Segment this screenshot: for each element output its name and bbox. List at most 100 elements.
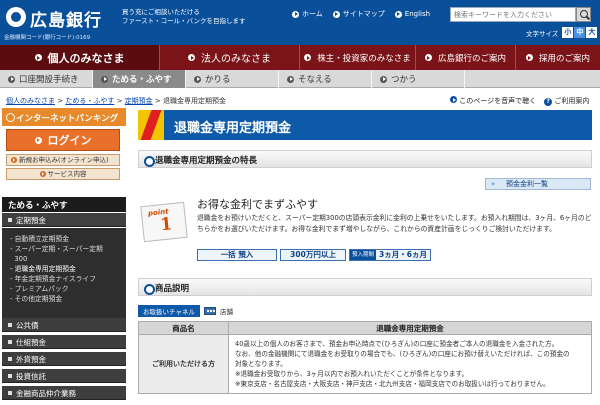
breadcrumb-separator: > bbox=[154, 97, 161, 105]
sidebar-sub-item[interactable]: 300 bbox=[10, 254, 126, 264]
arrow-icon bbox=[194, 75, 201, 83]
english-link[interactable]: English bbox=[394, 9, 430, 19]
badge-lump-sum: 一括 預入 bbox=[197, 249, 277, 261]
sidebar-item-investment-trust[interactable]: 投資信託 bbox=[2, 369, 126, 383]
sidebar-sub-item-current[interactable]: - 退職金専用定期預金 bbox=[10, 264, 126, 274]
tab-personal[interactable]: 個人のみなさま bbox=[0, 45, 160, 70]
arrow-icon bbox=[424, 54, 432, 61]
font-size-large-button[interactable]: 大 bbox=[586, 27, 598, 38]
sidebar-sub-item[interactable]: - 年金定期預金ナイスライフ bbox=[10, 274, 126, 284]
home-link[interactable]: ホーム bbox=[292, 9, 323, 19]
subtab-use[interactable]: つかう bbox=[372, 70, 465, 88]
table-header-row: 商品名 退職金専用定期預金 bbox=[138, 321, 592, 335]
logo-text: 広島銀行 bbox=[30, 11, 102, 31]
feature-description: 退職金をお預けいただくと、スーパー定期300の店頭表示金利に金利の上乗せをいたし… bbox=[197, 214, 592, 233]
logo-mark-icon bbox=[6, 7, 26, 27]
arrow-icon bbox=[380, 75, 387, 83]
subtab-save[interactable]: ためる・ふやす bbox=[93, 70, 186, 88]
breadcrumb-personal[interactable]: 個人のみなさま bbox=[6, 97, 55, 105]
breadcrumb-save[interactable]: ためる・ふやす bbox=[65, 97, 114, 105]
table-line: 対象となります。 bbox=[235, 360, 287, 368]
sidebar: インターネットバンキング ログイン 新規お申込み(オンライン申込) サービス内容… bbox=[0, 108, 128, 405]
tab-investors[interactable]: 株主・投資家のみなさま bbox=[300, 45, 416, 70]
table-line: なお、他の金融機関にて退職金をお受取りの場合でも、(ひろぎん)の口座にお預け替え… bbox=[235, 350, 570, 358]
site-header: 広島銀行 金融機関コード(銀行コード):0169 買う充にご相談いただける ファ… bbox=[0, 0, 600, 45]
help-icon: ? bbox=[544, 98, 553, 106]
sidebar-item-time-deposit[interactable]: 定期預金 bbox=[2, 213, 126, 227]
channel-label: お取扱いチャネル bbox=[138, 305, 200, 317]
slogan-line1: 買う充にご相談いただける bbox=[122, 8, 200, 16]
speaker-icon bbox=[450, 96, 457, 103]
table-line: ※退職金お受取りから、3ヶ月以内でお預入れいただくことが条件となります。 bbox=[235, 370, 469, 378]
service-detail-button[interactable]: サービス内容 bbox=[6, 168, 120, 180]
product-section-header: 商品説明 bbox=[138, 278, 592, 296]
arrow-icon bbox=[8, 75, 15, 83]
sub-nav: 口座開設手続き ためる・ふやす かりる そなえる つかう bbox=[0, 70, 600, 88]
bank-logo[interactable]: 広島銀行 bbox=[4, 4, 108, 31]
sitemap-link[interactable]: サイトマップ bbox=[332, 9, 385, 19]
product-table: 商品名 退職金専用定期預金 ご利用いただける方 40歳以上の個人のお客さまで、預… bbox=[138, 321, 592, 394]
table-row-label: ご利用いただける方 bbox=[138, 334, 229, 394]
search-input[interactable] bbox=[450, 7, 576, 22]
sidebar-sub-list: - 自動積立定期預金 - スーパー定期・スーパー定期 300 - 退職金専用定期… bbox=[2, 228, 126, 322]
bullet-icon bbox=[8, 374, 12, 378]
point-number: 1 bbox=[159, 214, 174, 236]
feature-title: お得な金利でまずふやす bbox=[197, 198, 318, 211]
badge-min-amount: 300万円以上 bbox=[280, 249, 346, 261]
tab-about[interactable]: 広島銀行のご案内 bbox=[416, 45, 516, 70]
page-tools: このページを音声で聴く ? ご利用案内 bbox=[450, 96, 589, 106]
arrow-icon bbox=[304, 54, 312, 61]
breadcrumb: 個人のみなさま > ためる・ふやす > 定期預金 > 退職金専用定期預金 bbox=[6, 96, 226, 106]
rate-list-button[interactable]: 預金金利一覧 bbox=[485, 178, 591, 190]
terms-link[interactable]: ? ご利用案内 bbox=[544, 96, 589, 106]
slogan: 買う充にご相談いただける ファースト・コール・バンクを目指します bbox=[122, 8, 246, 26]
arrow-icon bbox=[287, 75, 294, 83]
badge-term: 預入期間 3ヵ月・6ヵ月 bbox=[349, 249, 431, 261]
font-size-selector: 文字サイズ 小 中 大 bbox=[526, 27, 598, 38]
sidebar-item-structured-deposit[interactable]: 仕組預金 bbox=[2, 335, 126, 349]
point-badge: point 1 bbox=[140, 201, 188, 243]
arrow-icon bbox=[34, 54, 42, 61]
sidebar-sub-item[interactable]: - プレミアムパック bbox=[10, 284, 126, 294]
sidebar-item-foreign-deposit[interactable]: 外貨預金 bbox=[2, 352, 126, 366]
font-size-medium-button[interactable]: 中 bbox=[574, 27, 586, 38]
breadcrumb-separator: > bbox=[57, 97, 64, 105]
bullet-icon bbox=[8, 218, 12, 222]
table-line: ※東京支店・名古屋支店・大阪支店・神戸支店・北九州支店・福岡支店でのお取扱いは行… bbox=[235, 380, 550, 388]
page-title: 退職金専用定期預金 bbox=[174, 121, 292, 136]
font-size-label: 文字サイズ bbox=[526, 29, 559, 38]
tab-corporate[interactable]: 法人のみなさま bbox=[160, 45, 300, 70]
subtab-borrow[interactable]: かりる bbox=[186, 70, 279, 88]
slogan-line2: ファースト・コール・バンクを目指します bbox=[122, 17, 246, 25]
breadcrumb-separator: > bbox=[116, 97, 123, 105]
sidebar-item-brokerage[interactable]: 金融商品仲介業務 bbox=[2, 386, 126, 400]
login-button[interactable]: ログイン bbox=[6, 129, 120, 151]
sidebar-section-title[interactable]: ためる・ふやす bbox=[2, 197, 126, 212]
sidebar-sub-item[interactable]: - その他定期預金 bbox=[10, 294, 126, 304]
subtab-prepare[interactable]: そなえる bbox=[279, 70, 372, 88]
branch-icon bbox=[203, 307, 216, 315]
search-icon[interactable] bbox=[576, 7, 591, 22]
arrow-icon bbox=[34, 136, 42, 144]
new-apply-button[interactable]: 新規お申込み(オンライン申込) bbox=[6, 154, 120, 166]
table-row-body: 40歳以上の個人のお客さまで、預金お申込時点で(ひろぎん)の口座に預金者ご本人の… bbox=[228, 334, 592, 394]
table-header: 退職金専用定期預金 bbox=[228, 321, 592, 335]
font-size-small-button[interactable]: 小 bbox=[562, 27, 574, 38]
subtab-account-opening[interactable]: 口座開設手続き bbox=[0, 70, 93, 88]
bullet-icon bbox=[8, 340, 12, 344]
breadcrumb-time-deposit[interactable]: 定期預金 bbox=[125, 97, 153, 105]
sidebar-sub-item[interactable]: - 自動積立定期預金 bbox=[10, 234, 126, 244]
listen-link[interactable]: このページを音声で聴く bbox=[450, 96, 536, 106]
sidebar-sub-item[interactable]: - スーパー定期・スーパー定期 bbox=[10, 244, 126, 254]
tab-recruit[interactable]: 採用のご案内 bbox=[516, 45, 600, 70]
feature-section-header: 退職金専用定期預金の特長 bbox=[138, 150, 592, 168]
sidebar-item-public-bonds[interactable]: 公共債 bbox=[2, 318, 126, 332]
table-header: 商品名 bbox=[138, 321, 229, 335]
arrow-icon bbox=[394, 10, 402, 18]
badge-term-label: 預入期間 bbox=[350, 250, 377, 260]
bullet-icon bbox=[8, 357, 12, 361]
arrow-icon bbox=[525, 54, 533, 61]
arrow-icon bbox=[101, 75, 108, 83]
bullet-icon bbox=[8, 323, 12, 327]
feature-badges: 一括 預入 300万円以上 預入期間 3ヵ月・6ヵ月 bbox=[197, 249, 431, 261]
